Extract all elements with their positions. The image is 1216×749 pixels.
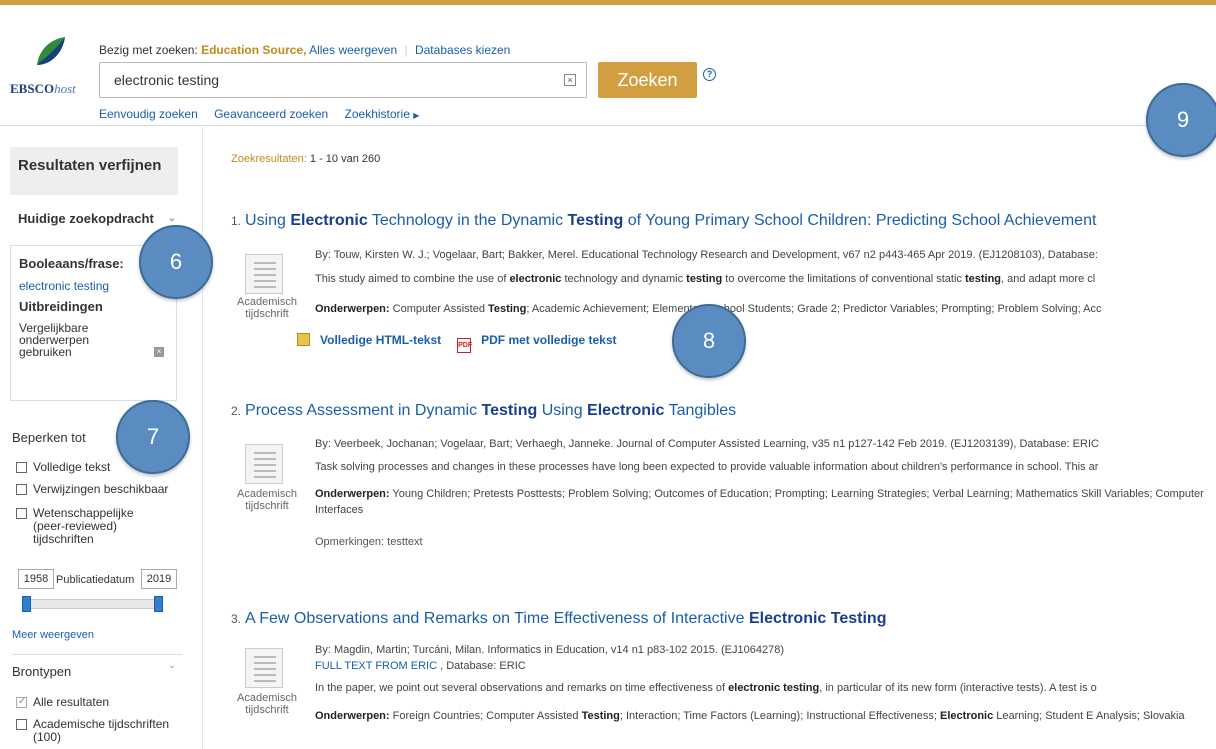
academic-journals-checkbox[interactable] (16, 719, 27, 730)
full-text-eric-link[interactable]: FULL TEXT FROM ERIC (315, 660, 437, 672)
search-history-link[interactable]: Zoekhistorie ▶ (345, 107, 420, 121)
advanced-search-link[interactable]: Geavanceerd zoeken (214, 107, 328, 121)
callout-circle-8: 8 (672, 304, 746, 378)
full-text-links: Volledige HTML-tekst PDF PDF met volledige… (297, 333, 617, 353)
search-box: × (99, 62, 587, 98)
result-abstract: In the paper, we point out several obser… (315, 682, 1097, 694)
current-query-label: Huidige zoekopdracht (18, 211, 154, 226)
logo-text: EBSCOhost (10, 81, 76, 96)
date-slider-track[interactable] (26, 599, 160, 609)
year-to-input[interactable]: 2019 (141, 569, 177, 589)
clear-search-icon[interactable]: × (564, 74, 576, 86)
result-notes: Opmerkingen: testtext (315, 536, 423, 548)
result-abstract: Task solving processes and changes in th… (315, 461, 1099, 473)
remove-extension-icon[interactable]: × (154, 347, 164, 357)
show-more-link[interactable]: Meer weergeven (12, 629, 94, 641)
result-byline: By: Magdin, Martin; Turcáni, Milan. Info… (315, 644, 784, 656)
journal-article-icon[interactable] (245, 444, 283, 484)
limit-peer-reviewed[interactable]: Wetenschappelijke (peer-reviewed) tijdsc… (16, 507, 163, 546)
searching-line: Bezig met zoeken: Education Source, Alle… (99, 43, 510, 57)
peer-reviewed-checkbox[interactable] (16, 508, 27, 519)
date-slider-start-handle[interactable] (22, 596, 31, 612)
publication-type-label: Academisch tijdschrift (237, 296, 297, 320)
html-document-icon[interactable] (297, 333, 310, 346)
callout-circle-9: 9 (1146, 83, 1216, 157)
full-text-from-eric: FULL TEXT FROM ERIC , Database: ERIC (315, 660, 526, 672)
results-summary-label: Zoekresultaten: (231, 153, 307, 165)
publication-type-label: Academisch tijdschrift (237, 488, 297, 512)
source-types-title[interactable]: Brontypen (12, 664, 71, 679)
result-title-link[interactable]: 3. A Few Observations and Remarks on Time… (231, 610, 886, 628)
journal-article-icon[interactable] (245, 254, 283, 294)
html-full-text-link[interactable]: Volledige HTML-tekst (320, 333, 441, 347)
separator: | (404, 43, 408, 57)
result-number: 3. (231, 612, 242, 626)
result-subjects: Onderwerpen: Young Children; Pretests Po… (315, 488, 1204, 516)
result-number: 2. (231, 404, 242, 418)
results-summary-range: 1 - 10 van 260 (309, 153, 381, 165)
publication-type-label: Academisch tijdschrift (237, 692, 297, 716)
full-text-checkbox[interactable] (16, 462, 27, 473)
database-name: Education Source, (201, 43, 307, 57)
pdf-full-text-link[interactable]: PDF met volledige tekst (481, 333, 616, 347)
current-query-title[interactable]: Huidige zoekopdracht ⌄ (18, 211, 178, 227)
limit-full-text[interactable]: Volledige tekst (16, 461, 110, 474)
references-checkbox[interactable] (16, 484, 27, 495)
result-byline: By: Touw, Kirsten W. J.; Vogelaar, Bart;… (315, 249, 1098, 261)
show-all-link[interactable]: Alles weergeven (309, 43, 397, 57)
refine-results-title: Resultaten verfijnen (10, 147, 178, 195)
search-input[interactable] (100, 63, 555, 97)
search-button[interactable]: Zoeken (598, 62, 697, 98)
result-abstract: This study aimed to combine the use of e… (315, 273, 1096, 285)
source-academic-journals[interactable]: Academische tijdschriften (100) (16, 718, 178, 744)
help-icon[interactable]: ? (703, 68, 716, 81)
searching-label: Bezig met zoeken: (99, 43, 198, 57)
pdf-icon[interactable]: PDF (457, 338, 472, 353)
result-number: 1. (231, 214, 242, 228)
publication-date-label: Publicatiedatum (56, 574, 135, 586)
results-summary: Zoekresultaten: 1 - 10 van 260 (231, 153, 380, 165)
top-bar: EBSCOhost Bezig met zoeken: Education So… (0, 0, 1216, 126)
ebsco-leaf-icon (37, 37, 65, 65)
date-slider-end-handle[interactable] (154, 596, 163, 612)
chevron-down-icon[interactable]: ⌄ (168, 660, 176, 671)
divider (12, 654, 182, 655)
choose-databases-link[interactable]: Databases kiezen (415, 43, 510, 57)
year-from-input[interactable]: 1958 (18, 569, 54, 589)
limit-references-available[interactable]: Verwijzingen beschikbaar (16, 483, 168, 496)
journal-article-icon[interactable] (245, 648, 283, 688)
limit-to-title: Beperken tot (12, 430, 86, 445)
callout-circle-7: 7 (116, 400, 190, 474)
similar-subjects-extension: Vergelijkbare onderwerpen gebruiken (19, 321, 90, 359)
search-mode-links: Eenvoudig zoeken Geavanceerd zoeken Zoek… (99, 107, 432, 121)
ebscohost-logo[interactable]: EBSCOhost (8, 35, 93, 96)
result-subjects: Onderwerpen: Foreign Countries; Computer… (315, 710, 1185, 722)
result-subjects: Onderwerpen: Computer Assisted Testing; … (315, 303, 1102, 315)
result-title-link[interactable]: 2. Process Assessment in Dynamic Testing … (231, 402, 736, 420)
source-all-results[interactable]: Alle resultaten (16, 695, 109, 709)
all-results-checkbox[interactable] (16, 695, 27, 708)
search-history-label: Zoekhistorie (344, 107, 410, 121)
triangle-right-icon: ▶ (413, 111, 420, 120)
callout-circle-6: 6 (139, 225, 213, 299)
basic-search-link[interactable]: Eenvoudig zoeken (99, 107, 198, 121)
result-title-link[interactable]: 1. Using Electronic Technology in the Dyn… (231, 212, 1096, 230)
result-byline: By: Veerbeek, Jochanan; Vogelaar, Bart; … (315, 438, 1099, 450)
extensions-label: Uitbreidingen (19, 299, 103, 314)
